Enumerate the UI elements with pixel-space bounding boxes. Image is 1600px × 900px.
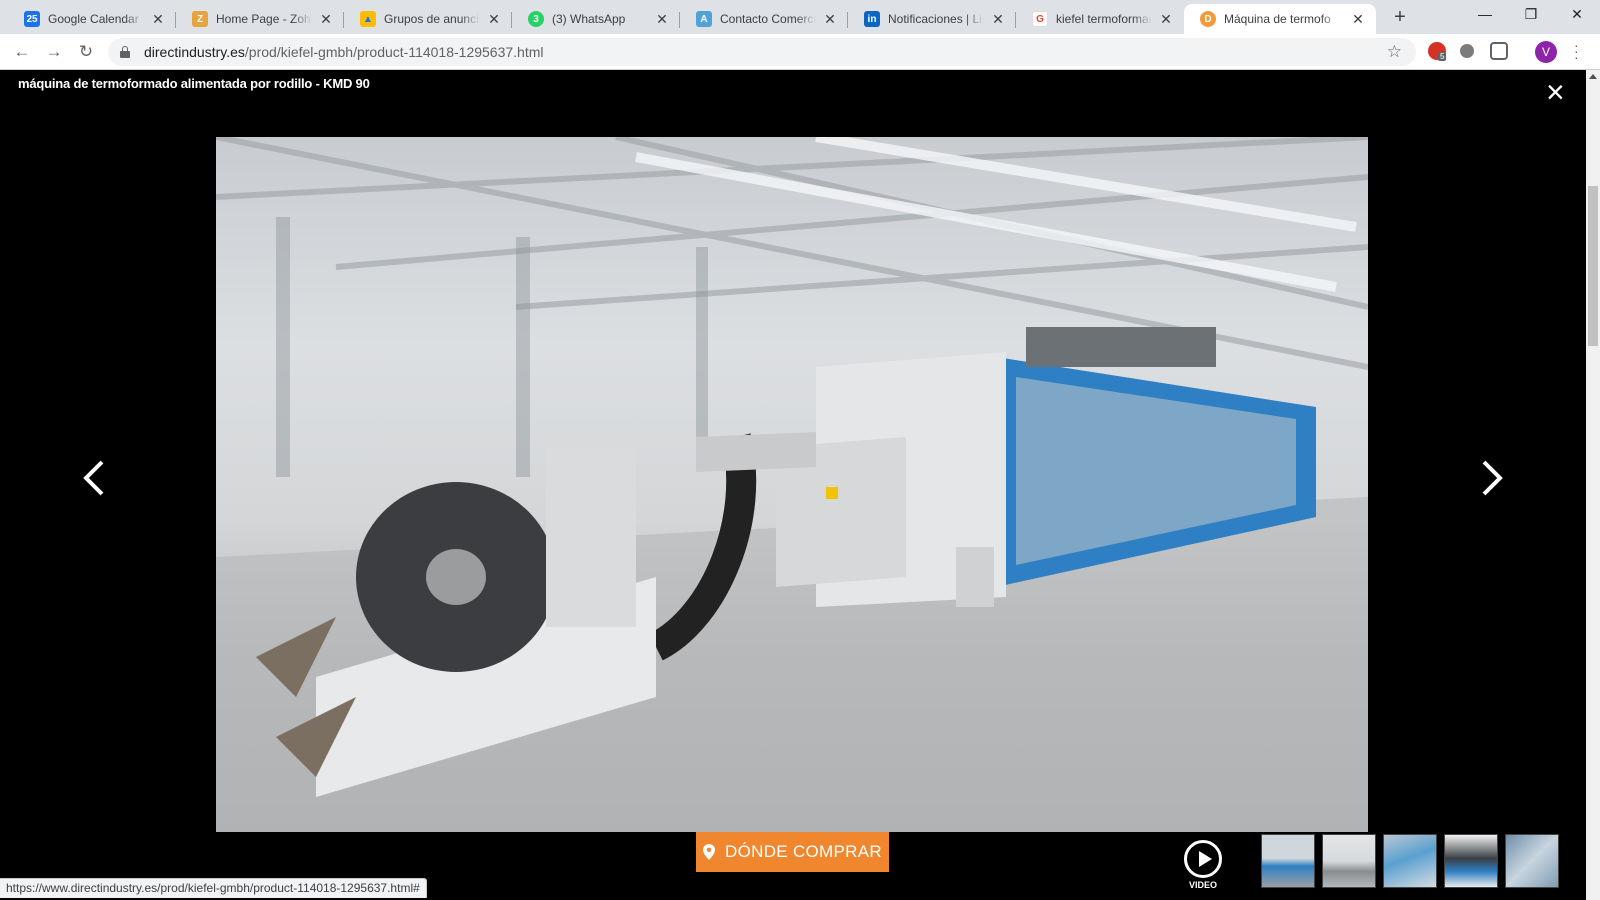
tab-linkedin[interactable]: in Notificaciones | Link ✕	[848, 4, 1016, 34]
tab-directindustry-active[interactable]: D Máquina de termofo ✕	[1184, 4, 1376, 34]
tab-title: Grupos de anuncios	[384, 12, 480, 26]
next-image-arrow-icon[interactable]	[1476, 458, 1506, 498]
directindustry-icon: D	[1200, 11, 1216, 27]
tab-title: Notificaciones | Link	[888, 12, 984, 26]
contact-icon: A	[696, 11, 712, 27]
video-label: VIDEO	[1188, 880, 1217, 890]
close-tab-icon[interactable]: ✕	[1350, 11, 1366, 28]
tab-zoho[interactable]: Z Home Page - Zoho C ✕	[176, 4, 344, 34]
close-tab-icon[interactable]: ✕	[318, 11, 334, 28]
url-host: directindustry.es	[144, 44, 245, 60]
whatsapp-icon: 3	[528, 11, 544, 27]
scroll-up-icon[interactable]	[1589, 74, 1597, 79]
browser-toolbar: ← → ↻ directindustry.es/prod/kiefel-gmbh…	[0, 34, 1600, 70]
thumbnail-4[interactable]	[1444, 834, 1498, 888]
previous-image-arrow-icon[interactable]	[80, 458, 110, 498]
tab-whatsapp[interactable]: 3 (3) WhatsApp ✕	[512, 4, 680, 34]
tab-title: Máquina de termofo	[1224, 12, 1331, 26]
browser-menu-icon[interactable]: · · ·	[1574, 38, 1579, 64]
close-tab-icon[interactable]: ✕	[1158, 11, 1174, 28]
extension-record-icon[interactable]	[1460, 44, 1474, 58]
tab-title: Google Calendar - S	[48, 12, 144, 26]
bookmark-star-icon[interactable]: ☆	[1387, 42, 1402, 62]
google-icon: G	[1032, 11, 1048, 27]
product-photo	[216, 137, 1368, 832]
close-tab-icon[interactable]: ✕	[150, 11, 166, 28]
google-ads-icon: ▲	[360, 11, 376, 27]
tab-strip: 25 Google Calendar - S ✕ Z Home Page - Z…	[0, 0, 1600, 34]
restore-button[interactable]: ❐	[1508, 0, 1554, 30]
forward-button[interactable]: →	[42, 40, 66, 64]
extension-badge: 5	[1438, 52, 1447, 61]
tab-title: kiefel termoformado	[1056, 12, 1152, 26]
lightbox-title: máquina de termoformado alimentada por r…	[18, 76, 370, 91]
where-to-buy-label: DÓNDE COMPRAR	[725, 842, 882, 861]
close-tab-icon[interactable]: ✕	[486, 11, 502, 28]
tab-title: Contacto Comercial	[720, 12, 816, 26]
extension-adblock-icon[interactable]: 5	[1428, 42, 1447, 61]
extension-chat-icon[interactable]	[1490, 42, 1508, 60]
tab-google-ads[interactable]: ▲ Grupos de anuncios ✕	[344, 4, 512, 34]
tab-google-search[interactable]: G kiefel termoformado ✕	[1016, 4, 1184, 34]
thumbnail-1[interactable]	[1261, 834, 1315, 888]
thumbnail-2[interactable]	[1322, 834, 1376, 888]
thumbnail-5[interactable]	[1505, 834, 1559, 888]
tab-google-calendar[interactable]: 25 Google Calendar - S ✕	[8, 4, 176, 34]
close-tab-icon[interactable]: ✕	[990, 11, 1006, 28]
window-close-button[interactable]: ✕	[1554, 0, 1600, 30]
link-status-bubble: https://www.directindustry.es/prod/kiefe…	[0, 878, 427, 898]
video-button[interactable]: VIDEO	[1183, 840, 1223, 890]
scrollbar-thumb[interactable]	[1588, 186, 1598, 346]
calendar-icon: 25	[24, 11, 40, 27]
where-to-buy-button[interactable]: DÓNDE COMPRAR	[696, 832, 889, 872]
profile-avatar[interactable]: V	[1535, 41, 1557, 63]
address-bar[interactable]: directindustry.es/prod/kiefel-gmbh/produ…	[108, 38, 1416, 66]
tab-contacto[interactable]: A Contacto Comercial ✕	[680, 4, 848, 34]
vertical-scrollbar[interactable]	[1586, 70, 1600, 900]
reload-button[interactable]: ↻	[74, 40, 98, 64]
image-lightbox: máquina de termoformado alimentada por r…	[0, 70, 1586, 900]
lock-icon[interactable]	[120, 46, 130, 58]
close-tab-icon[interactable]: ✕	[654, 11, 670, 28]
thumbnail-3[interactable]	[1383, 834, 1437, 888]
lightbox-close-icon[interactable]: ×	[1546, 76, 1565, 108]
close-tab-icon[interactable]: ✕	[822, 11, 838, 28]
minimize-button[interactable]: —	[1462, 0, 1508, 30]
play-icon	[1184, 840, 1222, 878]
url-path: /prod/kiefel-gmbh/product-114018-1295637…	[244, 44, 544, 60]
linkedin-icon: in	[864, 11, 880, 27]
back-button[interactable]: ←	[10, 40, 34, 64]
zoho-icon: Z	[192, 11, 208, 27]
tab-title: (3) WhatsApp	[552, 12, 626, 26]
new-tab-button[interactable]: +	[1388, 6, 1412, 30]
tab-title: Home Page - Zoho C	[216, 12, 312, 26]
map-pin-icon	[703, 844, 716, 860]
